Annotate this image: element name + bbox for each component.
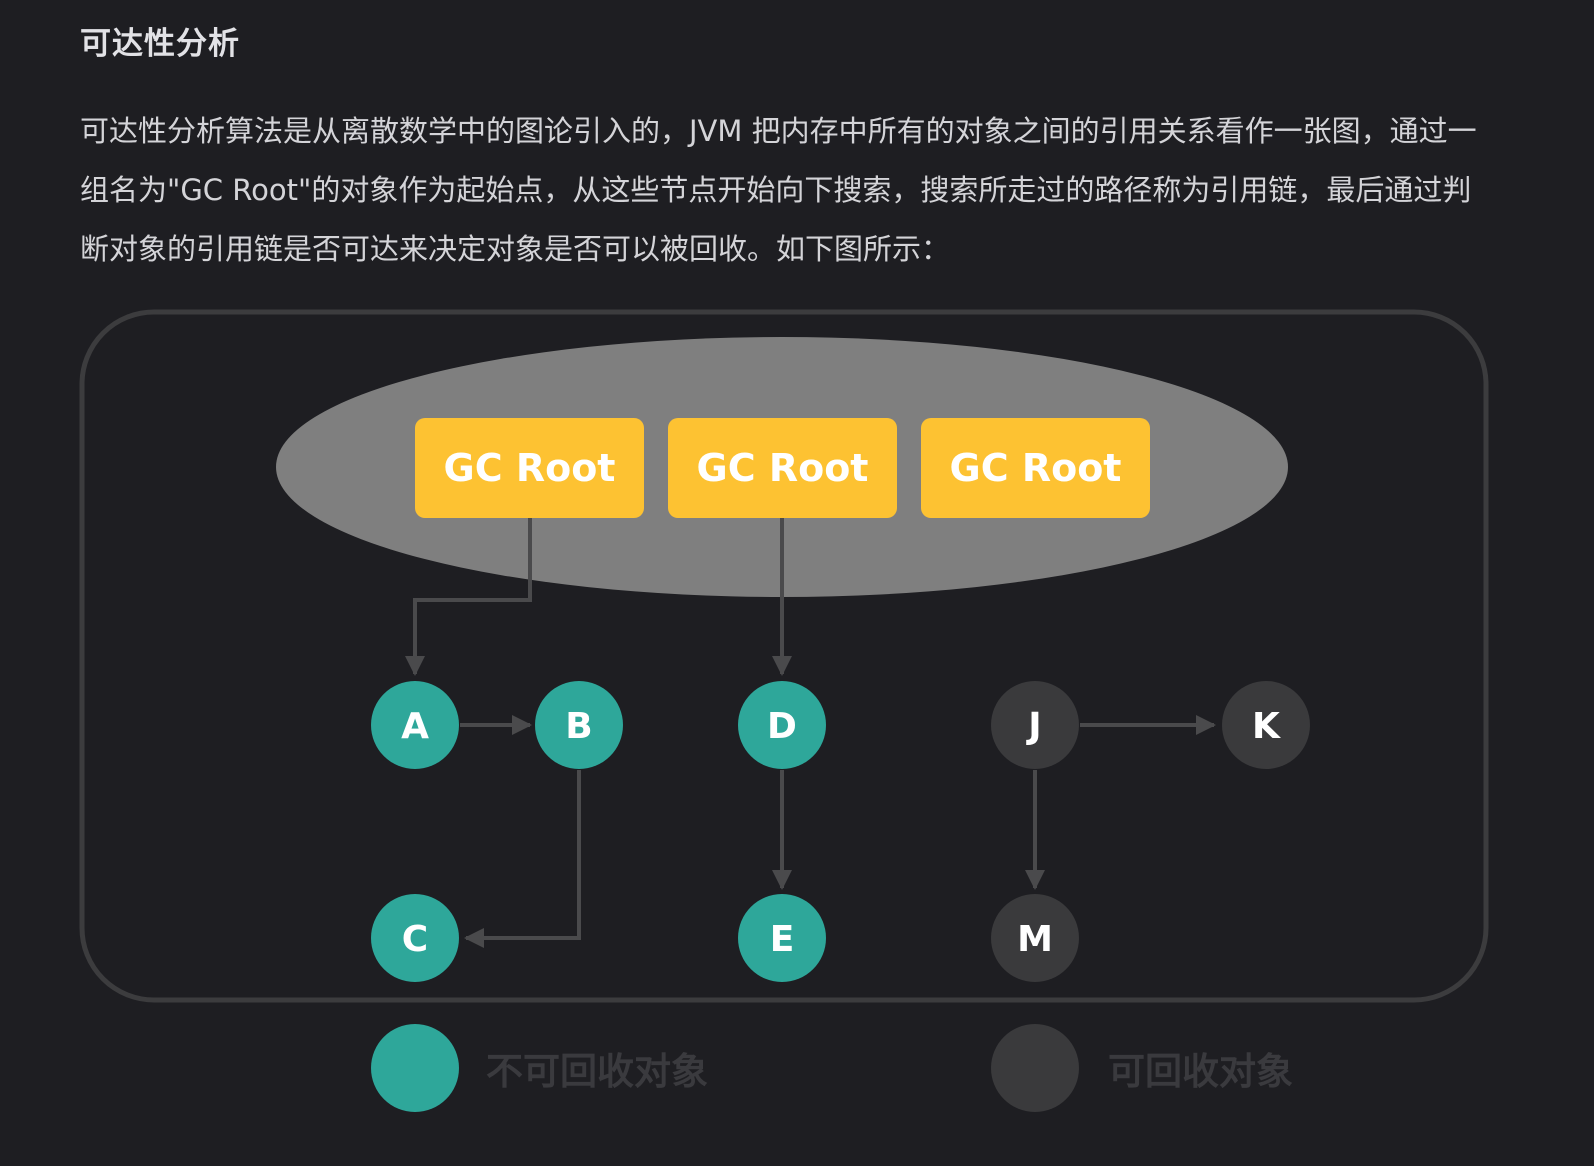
node-c: C — [371, 894, 459, 982]
node-d-label: D — [767, 706, 797, 747]
gc-root-2-label: GC Root — [697, 446, 869, 490]
gc-root-1: GC Root — [415, 418, 644, 518]
node-k-label: K — [1252, 706, 1281, 747]
legend-reachable-label: 不可回收对象 — [486, 1050, 708, 1093]
node-m-label: M — [1017, 919, 1053, 960]
legend-unreachable-swatch — [991, 1024, 1079, 1112]
node-k: K — [1222, 681, 1310, 769]
node-e-label: E — [770, 919, 795, 960]
node-m: M — [991, 894, 1079, 982]
legend-unreachable-label: 可回收对象 — [1108, 1050, 1293, 1093]
node-e: E — [738, 894, 826, 982]
node-a: A — [371, 681, 459, 769]
node-d: D — [738, 681, 826, 769]
node-c-label: C — [402, 919, 428, 960]
legend-reachable-swatch — [371, 1024, 459, 1112]
gc-root-3: GC Root — [921, 418, 1150, 518]
node-j-label: J — [1025, 706, 1041, 747]
node-b-label: B — [565, 706, 592, 747]
gc-root-2: GC Root — [668, 418, 897, 518]
node-a-label: A — [401, 706, 429, 747]
node-j: J — [991, 681, 1079, 769]
edge-b-c — [464, 770, 581, 948]
gc-root-1-label: GC Root — [444, 446, 616, 490]
legend: 不可回收对象 可回收对象 — [371, 1024, 1293, 1112]
gc-root-3-label: GC Root — [950, 446, 1122, 490]
reachability-diagram: GC Root GC Root GC Root A B D C E J K M — [79, 309, 1489, 1112]
node-b: B — [535, 681, 623, 769]
